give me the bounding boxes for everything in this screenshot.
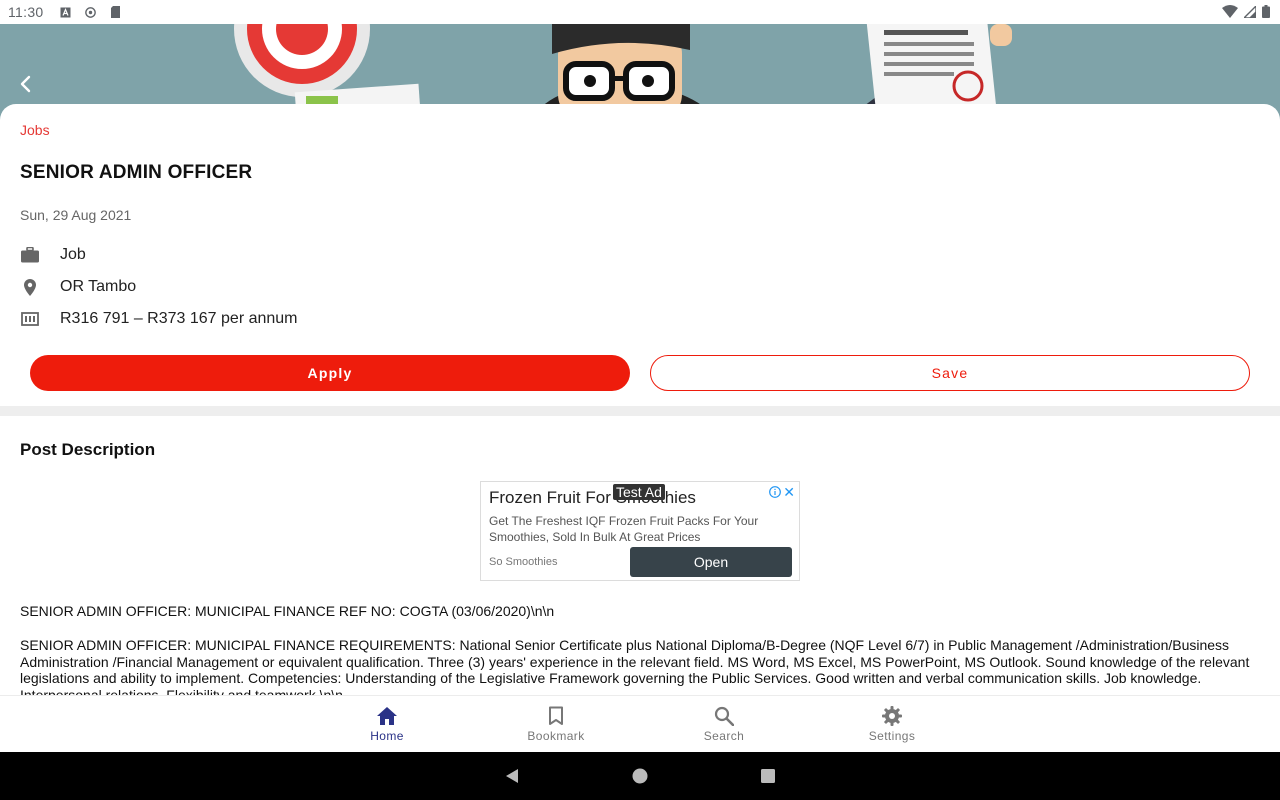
section-divider [0, 406, 1280, 416]
ad-advertiser: So Smoothies [489, 556, 558, 568]
job-type: Job [60, 246, 86, 263]
job-date: Sun, 29 Aug 2021 [20, 207, 132, 223]
wifi-icon [1222, 5, 1238, 21]
job-salary: R316 791 – R373 167 per annum [60, 310, 298, 327]
search-icon [714, 706, 734, 726]
nav-item-bookmark[interactable]: Bookmark [496, 696, 616, 753]
triangle-back-icon [506, 769, 518, 783]
status-right-icons [1222, 4, 1270, 21]
job-detail-screen: 11:30 Jobs SENIOR ADMIN OFFICER Sun, 29 … [0, 0, 1280, 800]
system-home-button[interactable] [630, 766, 650, 786]
sd-card-icon [110, 6, 121, 18]
ad-test-label: Test Ad [613, 484, 665, 500]
nav-label-search: Search [703, 729, 745, 743]
system-recents-button[interactable] [758, 766, 778, 786]
ad-info-icon[interactable] [769, 485, 781, 503]
money-icon [20, 309, 40, 329]
nav-item-home[interactable]: Home [327, 696, 447, 753]
description-paragraph: SENIOR ADMIN OFFICER: MUNICIPAL FINANCE … [20, 637, 1250, 695]
arrow-back-icon [20, 75, 31, 93]
notification-a-icon [60, 7, 71, 18]
nav-label-bookmark: Bookmark [527, 729, 585, 743]
nav-item-search[interactable]: Search [664, 696, 784, 753]
apply-button[interactable]: Apply [30, 355, 630, 391]
system-back-button[interactable] [502, 766, 522, 786]
circle-home-icon [632, 768, 648, 784]
job-summary-card: Jobs SENIOR ADMIN OFFICER Sun, 29 Aug 20… [0, 104, 1280, 406]
square-recents-icon [761, 769, 775, 783]
job-title: SENIOR ADMIN OFFICER [20, 162, 253, 183]
back-button[interactable] [14, 72, 38, 96]
ad-open-button[interactable]: Open [630, 547, 792, 577]
ad-close-icon[interactable]: ✕ [783, 484, 795, 501]
save-button[interactable]: Save [650, 355, 1250, 391]
home-icon [377, 707, 397, 725]
description-paragraph: SENIOR ADMIN OFFICER: MUNICIPAL FINANCE … [20, 603, 555, 619]
nav-item-settings[interactable]: Settings [832, 696, 952, 753]
job-location: OR Tambo [60, 278, 137, 295]
sync-icon [84, 6, 96, 18]
system-navigation-bar [0, 752, 1280, 800]
nav-label-home: Home [370, 729, 404, 743]
location-pin-icon [20, 277, 40, 297]
job-salary-row: R316 791 – R373 167 per annum [20, 307, 298, 331]
status-bar: 11:30 [0, 0, 1280, 24]
gear-icon [882, 706, 902, 726]
ad-banner[interactable]: Frozen Fruit For Smoothies Test Ad ✕ Get… [480, 481, 800, 581]
bookmark-icon [549, 706, 563, 725]
job-location-row: OR Tambo [20, 275, 136, 299]
battery-icon [1262, 5, 1270, 21]
job-category-link[interactable]: Jobs [20, 122, 50, 138]
post-description-title: Post Description [20, 440, 156, 459]
briefcase-icon [20, 245, 40, 265]
nav-label-settings: Settings [868, 729, 916, 743]
signal-icon [1242, 4, 1257, 21]
ad-body-text: Get The Freshest IQF Frozen Fruit Packs … [489, 514, 759, 544]
job-type-row: Job [20, 243, 86, 267]
status-time: 11:30 [8, 4, 44, 20]
bottom-navigation: Home Bookmark Search Settings [0, 695, 1280, 752]
